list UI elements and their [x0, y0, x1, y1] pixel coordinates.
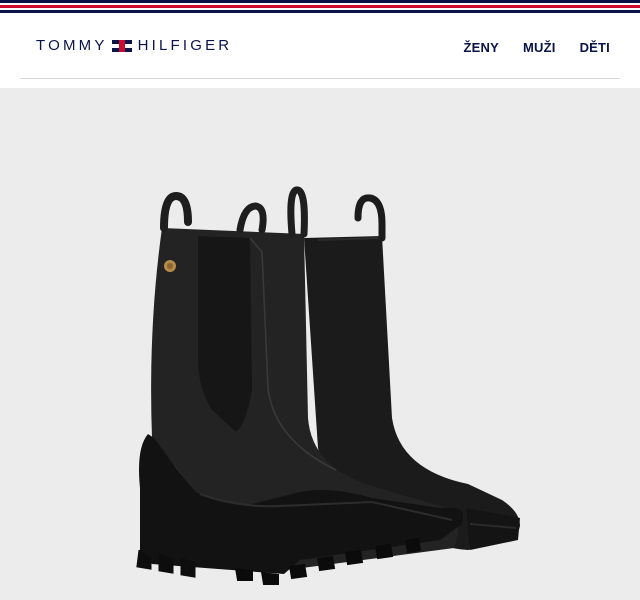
- brand-logo-left: TOMMY: [36, 37, 108, 54]
- brand-stripes: [0, 0, 640, 16]
- product-image[interactable]: [0, 88, 640, 600]
- header-divider: [20, 78, 620, 79]
- nav-item-muzi[interactable]: MUŽI: [523, 40, 556, 55]
- boot-front: [136, 186, 464, 585]
- site-header: TOMMY HILFIGER ŽENY MUŽI DĚTI: [0, 16, 640, 78]
- tommy-flag-icon: [111, 39, 132, 52]
- main-nav: ŽENY MUŽI DĚTI: [464, 40, 610, 55]
- nav-item-deti[interactable]: DĚTI: [580, 40, 610, 55]
- brand-logo-right: HILFIGER: [137, 37, 233, 54]
- brand-logo[interactable]: TOMMY HILFIGER: [36, 37, 232, 54]
- nav-item-zeny[interactable]: ŽENY: [464, 40, 499, 55]
